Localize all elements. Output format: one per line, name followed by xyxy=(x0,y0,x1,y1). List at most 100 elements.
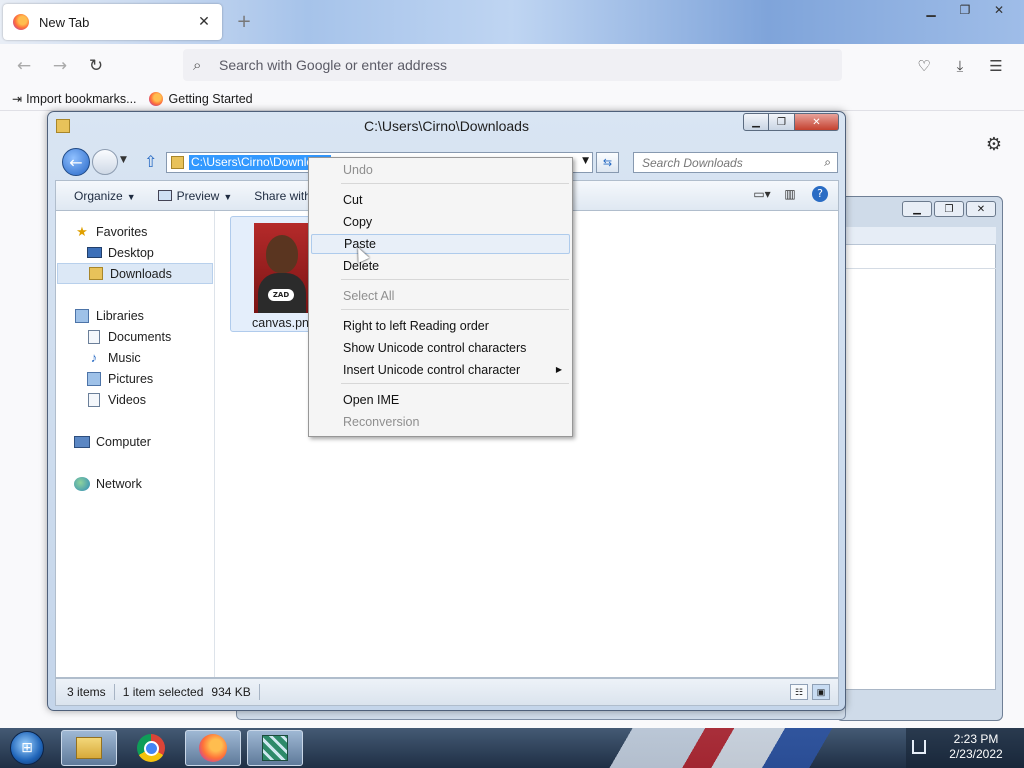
menu-separator xyxy=(341,383,569,384)
help-icon[interactable]: ? xyxy=(812,186,828,202)
selection-size: 934 KB xyxy=(211,685,251,699)
windows-logo-icon: ⊞ xyxy=(10,731,44,765)
pocket-icon[interactable]: ♡ xyxy=(906,51,942,81)
nav-videos[interactable]: Videos xyxy=(56,389,214,410)
nav-pictures[interactable]: Pictures xyxy=(56,368,214,389)
search-icon[interactable]: ⌕ xyxy=(824,155,831,170)
clock[interactable]: 2:23 PM 2/23/2022 xyxy=(934,732,1018,762)
minimize-icon[interactable]: ▁ xyxy=(902,201,932,217)
command-bar-right: ▭▾ ▥ ? xyxy=(748,186,828,202)
reload-icon[interactable]: ↻ xyxy=(78,48,114,84)
download-icon[interactable]: ⤓ xyxy=(942,51,978,81)
import-icon: ⇥ xyxy=(12,92,23,106)
network-status-icon[interactable] xyxy=(912,740,926,754)
preview-button[interactable]: Preview ▼ xyxy=(157,189,232,203)
taskbar-chrome[interactable] xyxy=(123,730,179,766)
nav-favorites[interactable]: ★ Favorites xyxy=(56,221,214,242)
menu-item-open-ime[interactable]: Open IME xyxy=(311,390,570,410)
nav-documents[interactable]: Documents xyxy=(56,326,214,347)
maximize-button[interactable]: ❐ xyxy=(769,113,795,131)
bookmark-import[interactable]: ⇥ Import bookmarks... xyxy=(12,92,137,106)
preview-pane-icon[interactable]: ▥ xyxy=(776,187,804,202)
hamburger-menu-icon[interactable]: ☰ xyxy=(978,51,1014,81)
url-placeholder: Search with Google or enter address xyxy=(219,57,448,73)
desktop-icon xyxy=(86,245,102,261)
close-button[interactable]: ✕ xyxy=(795,113,839,131)
menu-item-rtl-reading-order[interactable]: Right to left Reading order xyxy=(311,316,570,336)
url-bar[interactable]: ⌕ Search with Google or enter address xyxy=(183,49,842,81)
nav-desktop[interactable]: Desktop xyxy=(56,242,214,263)
nav-downloads[interactable]: Downloads xyxy=(57,263,213,284)
browser-window-controls: ▁ ❐ ✕ xyxy=(914,0,1016,20)
star-icon: ★ xyxy=(76,223,88,239)
context-menu: Undo Cut Copy Paste Delete Select All Ri… xyxy=(308,157,573,437)
taskbar-app[interactable] xyxy=(247,730,303,766)
music-icon: ♪ xyxy=(90,350,98,365)
background-window-bar xyxy=(845,227,996,245)
restore-icon[interactable]: ❐ xyxy=(948,0,982,20)
gear-icon[interactable]: ⚙ xyxy=(986,134,1002,155)
browser-toolbar: ← → ↻ ⌕ Search with Google or enter addr… xyxy=(0,44,1024,88)
close-icon[interactable]: ✕ xyxy=(966,201,996,217)
preview-icon xyxy=(157,189,172,201)
menu-item-reconversion[interactable]: Reconversion xyxy=(311,412,570,432)
chevron-down-icon[interactable]: ▼ xyxy=(120,155,127,165)
arrow-right-icon[interactable]: → xyxy=(42,48,78,84)
background-window-controls: ▁ ❐ ✕ xyxy=(900,201,996,217)
menu-item-undo[interactable]: Undo xyxy=(311,160,570,180)
nav-computer[interactable]: Computer xyxy=(56,431,214,452)
arrow-left-icon[interactable]: ← xyxy=(6,48,42,84)
bookmarks-toolbar: ⇥ Import bookmarks... Getting Started xyxy=(0,88,1024,110)
tab-close-icon[interactable]: ✕ xyxy=(196,14,212,30)
restore-icon[interactable]: ❐ xyxy=(934,201,964,217)
menu-item-cut[interactable]: Cut xyxy=(311,190,570,210)
tab-title: New Tab xyxy=(39,14,90,30)
chrome-icon xyxy=(137,734,165,762)
share-with-button[interactable]: Share with xyxy=(254,189,311,203)
chevron-down-icon[interactable]: ▼ xyxy=(582,156,589,166)
start-button[interactable]: ⊞ xyxy=(2,728,52,768)
selection-info: 1 item selected xyxy=(122,685,204,699)
nav-libraries[interactable]: Libraries xyxy=(56,305,214,326)
tab-new-tab[interactable]: New Tab ✕ xyxy=(3,4,222,40)
menu-item-copy[interactable]: Copy xyxy=(311,212,570,232)
menu-item-show-unicode[interactable]: Show Unicode control characters xyxy=(311,338,570,358)
new-tab-plus-icon[interactable]: + xyxy=(234,11,254,32)
menu-item-delete[interactable]: Delete xyxy=(311,256,570,276)
taskbar-explorer[interactable] xyxy=(61,730,117,766)
status-bar: 3 items 1 item selected 934 KB ☷ ▣ xyxy=(55,678,839,706)
minimize-button[interactable]: ▁ xyxy=(743,113,769,131)
close-icon[interactable]: ✕ xyxy=(982,0,1016,20)
window-title: C:\Users\Cirno\Downloads xyxy=(364,118,529,134)
app-cube-icon xyxy=(262,735,288,761)
firefox-logo-icon xyxy=(148,92,163,106)
menu-separator xyxy=(341,279,569,280)
folder-icon xyxy=(171,156,184,169)
search-input[interactable]: Search Downloads ⌕ xyxy=(633,152,838,173)
forward-button[interactable] xyxy=(92,149,118,175)
nav-network[interactable]: Network xyxy=(56,473,214,494)
back-button[interactable]: ← xyxy=(62,148,90,176)
menu-item-insert-unicode[interactable]: Insert Unicode control character ▶ xyxy=(311,360,570,380)
folder-icon xyxy=(76,737,102,759)
details-view-icon[interactable]: ☷ xyxy=(790,684,808,700)
organize-button[interactable]: Organize ▼ xyxy=(74,189,136,203)
arrow-up-icon[interactable]: ⇧ xyxy=(144,152,157,171)
menu-separator xyxy=(341,309,569,310)
explorer-window-controls: ▁ ❐ ✕ xyxy=(743,113,839,131)
background-window[interactable]: ▁ ❐ ✕ xyxy=(836,196,1003,721)
explorer-titlebar[interactable]: C:\Users\Cirno\Downloads ▁ ❐ ✕ xyxy=(48,112,845,142)
nav-music[interactable]: ♪ Music xyxy=(56,347,214,368)
menu-item-paste[interactable]: Paste xyxy=(311,234,570,254)
large-icons-view-icon[interactable]: ▣ xyxy=(812,684,830,700)
image-thumbnail: ZAD xyxy=(254,223,310,313)
refresh-button[interactable]: ⇆ xyxy=(596,152,619,173)
minimize-icon[interactable]: ▁ xyxy=(914,0,948,20)
taskbar-firefox[interactable] xyxy=(185,730,241,766)
item-count: 3 items xyxy=(67,685,106,699)
change-view-icon[interactable]: ▭▾ xyxy=(748,187,776,202)
videos-icon xyxy=(86,392,102,408)
browser-tab-strip: New Tab ✕ + ▁ ❐ ✕ xyxy=(0,0,1024,44)
bookmark-getting-started[interactable]: Getting Started xyxy=(148,92,253,106)
menu-item-select-all[interactable]: Select All xyxy=(311,286,570,306)
